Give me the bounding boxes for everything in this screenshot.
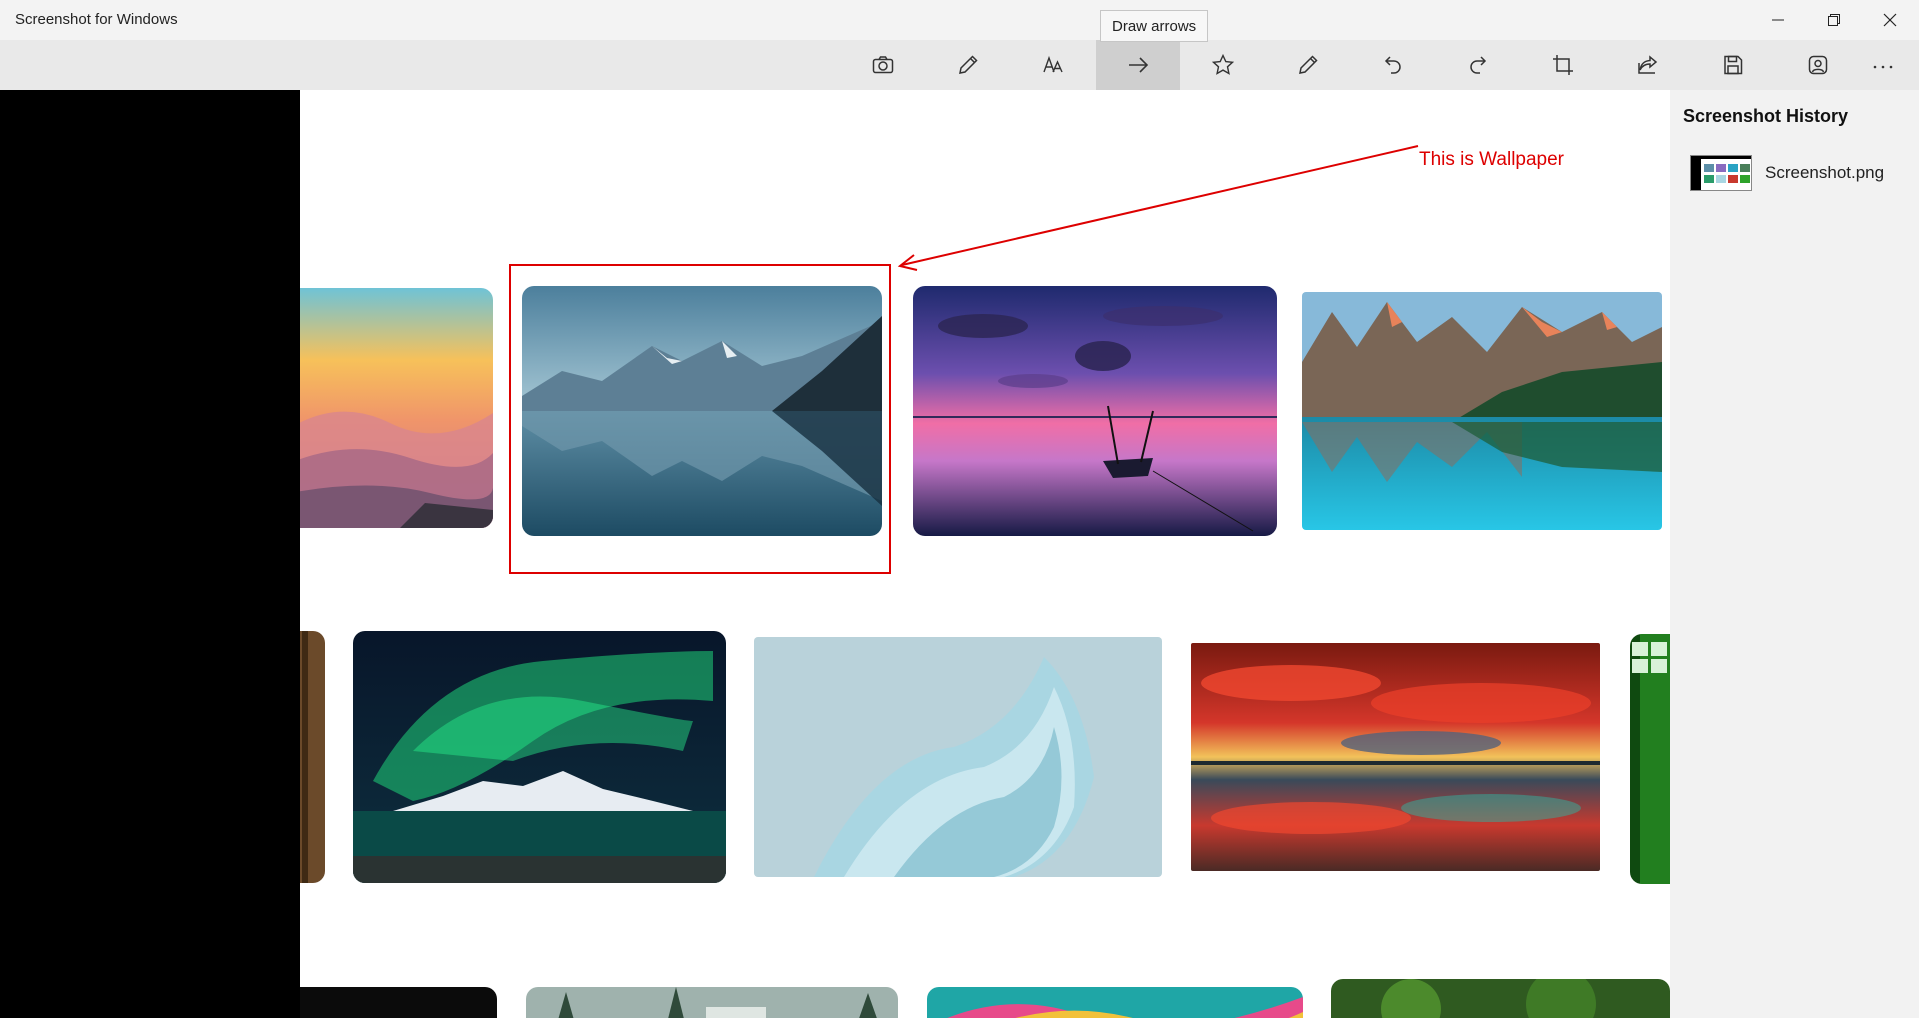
arrow-right-icon bbox=[1129, 57, 1149, 73]
share-icon bbox=[1638, 55, 1658, 74]
wallpaper-thumbnail bbox=[526, 987, 898, 1018]
title-bar: Screenshot for Windows bbox=[0, 0, 1919, 40]
wallpaper-thumbnail bbox=[754, 637, 1162, 877]
close-button[interactable] bbox=[1862, 0, 1918, 40]
history-thumbnail bbox=[1690, 155, 1752, 191]
minimize-button[interactable] bbox=[1750, 0, 1806, 40]
camera-icon bbox=[872, 56, 894, 74]
app-title: Screenshot for Windows bbox=[15, 11, 178, 28]
wallpaper-thumbnail bbox=[353, 631, 726, 883]
pencil-icon bbox=[1299, 55, 1318, 74]
star-button[interactable] bbox=[1181, 40, 1265, 90]
restore-icon bbox=[1828, 14, 1840, 26]
highlighter-button[interactable] bbox=[1266, 40, 1350, 90]
star-icon bbox=[1211, 53, 1235, 75]
restore-button[interactable] bbox=[1806, 0, 1862, 40]
sidebar-title: Screenshot History bbox=[1683, 106, 1849, 126]
save-button[interactable] bbox=[1691, 40, 1775, 90]
screenshot-history-panel: Screenshot History Screenshot.png bbox=[1670, 90, 1919, 1018]
draw-arrows-button[interactable] bbox=[1096, 40, 1180, 90]
tooltip: Draw arrows bbox=[1100, 10, 1209, 42]
wallpaper-thumbnail bbox=[1331, 979, 1670, 1018]
wallpaper-thumbnail bbox=[1630, 634, 1670, 884]
pencil-icon bbox=[959, 55, 978, 74]
share-button[interactable] bbox=[1606, 40, 1690, 90]
highlight-box bbox=[509, 264, 891, 574]
black-margin bbox=[0, 90, 300, 1018]
history-item-label: Screenshot.png bbox=[1765, 163, 1885, 182]
history-item[interactable]: Screenshot.png bbox=[1690, 152, 1910, 194]
redo-button[interactable] bbox=[1436, 40, 1520, 90]
text-icon bbox=[1043, 55, 1063, 73]
wallpaper-thumbnail bbox=[927, 987, 1303, 1018]
redo-icon bbox=[1470, 56, 1487, 74]
save-icon bbox=[1724, 55, 1743, 75]
undo-button[interactable] bbox=[1351, 40, 1435, 90]
close-icon bbox=[1883, 13, 1897, 27]
camera-button[interactable] bbox=[841, 40, 925, 90]
toolbar bbox=[0, 40, 1919, 90]
wallpaper-thumbnail bbox=[300, 987, 497, 1018]
wallpaper-thumbnail bbox=[300, 631, 325, 883]
screenshot-canvas[interactable]: This is Wallpaper bbox=[300, 90, 1670, 1018]
wallpaper-thumbnail bbox=[1191, 643, 1600, 871]
more-icon bbox=[1873, 65, 1893, 69]
image-icon bbox=[1808, 55, 1828, 75]
crop-button[interactable] bbox=[1521, 40, 1605, 90]
minimize-icon bbox=[1772, 19, 1784, 21]
crop-icon bbox=[1553, 55, 1573, 75]
more-button[interactable] bbox=[1848, 40, 1918, 90]
annotation-label: This is Wallpaper bbox=[1419, 149, 1565, 170]
annotation-arrow bbox=[901, 145, 1419, 266]
undo-icon bbox=[1384, 56, 1401, 74]
pen-button[interactable] bbox=[926, 40, 1010, 90]
text-button[interactable] bbox=[1011, 40, 1095, 90]
